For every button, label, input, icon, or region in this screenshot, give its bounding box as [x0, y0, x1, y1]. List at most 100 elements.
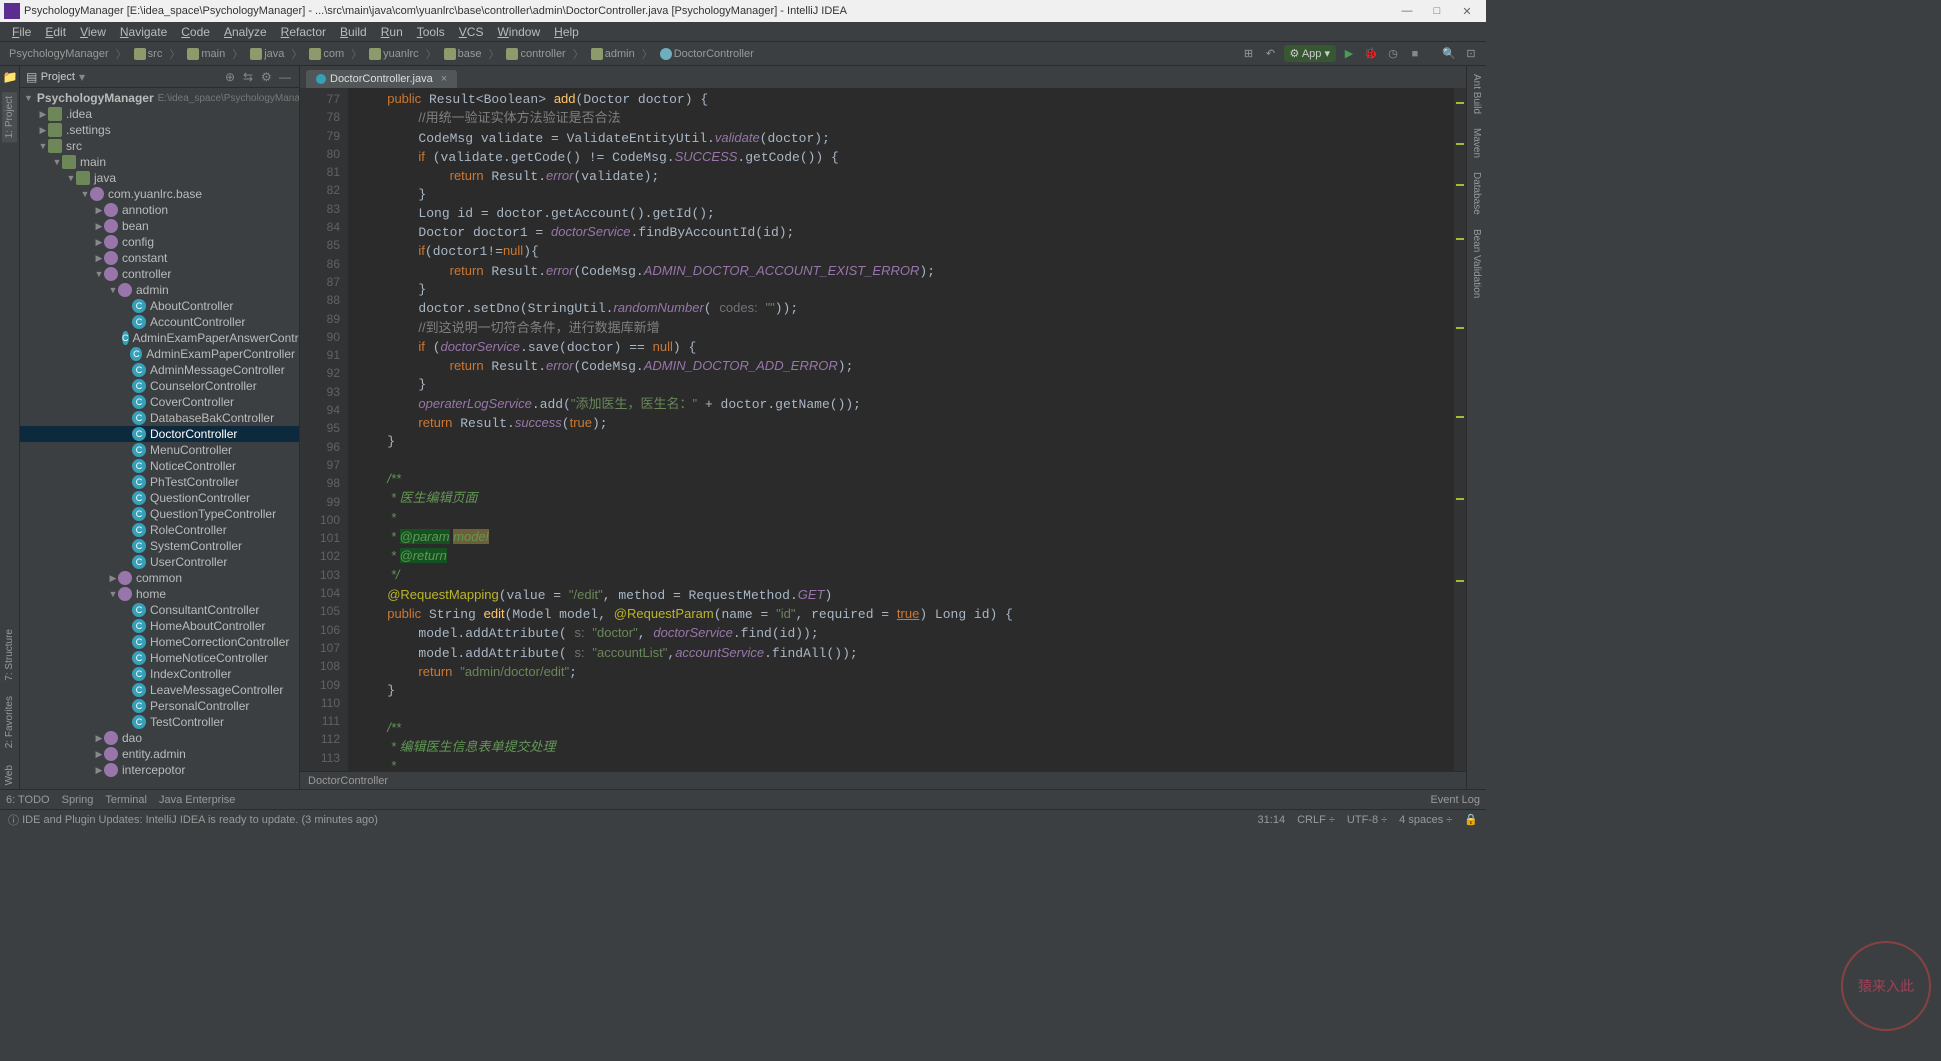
menu-code[interactable]: Code: [175, 24, 216, 40]
breadcrumb-seg[interactable]: PsychologyManager: [6, 48, 112, 60]
tree-node[interactable]: ▶.idea: [20, 106, 299, 122]
sidebar-view-icon[interactable]: ▤: [26, 70, 37, 84]
tree-node[interactable]: CPersonalController: [20, 698, 299, 714]
profile-icon[interactable]: ◷: [1384, 45, 1402, 63]
minimize-button[interactable]: —: [1392, 5, 1422, 17]
tree-node[interactable]: CCounselorController: [20, 378, 299, 394]
tree-node[interactable]: CAdminExamPaperController: [20, 346, 299, 362]
tab-web[interactable]: Web: [2, 761, 17, 789]
tree-node[interactable]: CTestController: [20, 714, 299, 730]
breadcrumb-seg[interactable]: base: [441, 48, 485, 60]
tab-project[interactable]: 1: Project: [2, 92, 17, 142]
tree-node[interactable]: CRoleController: [20, 522, 299, 538]
run-config[interactable]: ⚙ App ▾: [1284, 45, 1336, 62]
breadcrumb-seg[interactable]: DoctorController: [657, 48, 757, 60]
menu-tools[interactable]: Tools: [411, 24, 451, 40]
menu-analyze[interactable]: Analyze: [218, 24, 273, 40]
collapse-icon[interactable]: ⇆: [243, 70, 257, 84]
tree-node[interactable]: CAdminMessageController: [20, 362, 299, 378]
tree-node[interactable]: CDatabaseBakController: [20, 410, 299, 426]
breadcrumb-seg[interactable]: controller: [503, 48, 568, 60]
tool-todo[interactable]: 6: TODO: [6, 794, 50, 806]
layout-icon[interactable]: ⊞: [1240, 45, 1258, 63]
error-stripe[interactable]: [1454, 88, 1466, 771]
tree-node[interactable]: CQuestionController: [20, 490, 299, 506]
tab-ant[interactable]: Ant Build: [1469, 70, 1484, 118]
tree-node[interactable]: ▶.settings: [20, 122, 299, 138]
tree-node[interactable]: CAboutController: [20, 298, 299, 314]
editor-tab[interactable]: DoctorController.java ×: [306, 70, 457, 88]
debug-icon[interactable]: 🐞: [1362, 45, 1380, 63]
tree-node[interactable]: ▼com.yuanlrc.base: [20, 186, 299, 202]
tree-node[interactable]: CHomeAboutController: [20, 618, 299, 634]
tree-node[interactable]: ▼src: [20, 138, 299, 154]
close-tab-icon[interactable]: ×: [441, 73, 447, 85]
tool-spring[interactable]: Spring: [62, 794, 94, 806]
project-tree[interactable]: ▼ PsychologyManagerE:\idea_space\Psychol…: [20, 88, 299, 789]
indent[interactable]: 4 spaces ÷: [1399, 814, 1452, 826]
tree-node[interactable]: ▼home: [20, 586, 299, 602]
cursor-position[interactable]: 31:14: [1258, 814, 1286, 826]
tree-node[interactable]: ▶dao: [20, 730, 299, 746]
breadcrumb-seg[interactable]: com: [306, 48, 347, 60]
tab-maven[interactable]: Maven: [1469, 124, 1484, 162]
menu-navigate[interactable]: Navigate: [114, 24, 173, 40]
tree-node[interactable]: CCoverController: [20, 394, 299, 410]
tree-node[interactable]: ▼controller: [20, 266, 299, 282]
breadcrumb-bottom[interactable]: DoctorController: [300, 771, 1466, 789]
menu-build[interactable]: Build: [334, 24, 373, 40]
tree-node[interactable]: CAdminExamPaperAnswerController: [20, 330, 299, 346]
tree-node[interactable]: CUserController: [20, 554, 299, 570]
close-button[interactable]: ✕: [1452, 5, 1482, 18]
tree-node[interactable]: ▼main: [20, 154, 299, 170]
tree-node[interactable]: ▶common: [20, 570, 299, 586]
search-icon[interactable]: 🔍: [1440, 45, 1458, 63]
tree-node[interactable]: ▼admin: [20, 282, 299, 298]
line-gutter[interactable]: 7778798081828384858687888990919293949596…: [300, 88, 348, 771]
event-log[interactable]: Event Log: [1430, 794, 1480, 806]
breadcrumb-seg[interactable]: src: [131, 48, 166, 60]
tab-favorites[interactable]: 2: Favorites: [2, 692, 17, 752]
tab-bean[interactable]: Bean Validation: [1469, 225, 1484, 302]
tree-node[interactable]: CLeaveMessageController: [20, 682, 299, 698]
tab-structure[interactable]: 7: Structure: [2, 625, 17, 685]
hide-icon[interactable]: —: [279, 70, 293, 84]
run-icon[interactable]: ▶: [1340, 45, 1358, 63]
code-content[interactable]: public Result<Boolean> add(Doctor doctor…: [348, 88, 1454, 771]
tree-node[interactable]: CPhTestController: [20, 474, 299, 490]
tree-node[interactable]: CQuestionTypeController: [20, 506, 299, 522]
tree-node[interactable]: CHomeCorrectionController: [20, 634, 299, 650]
target-icon[interactable]: ⊕: [225, 70, 239, 84]
stop-icon[interactable]: ■: [1406, 45, 1424, 63]
menu-edit[interactable]: Edit: [39, 24, 72, 40]
project-icon[interactable]: 📁: [3, 70, 17, 84]
menu-view[interactable]: View: [74, 24, 112, 40]
breadcrumb-seg[interactable]: yuanlrc: [366, 48, 421, 60]
tool-javaee[interactable]: Java Enterprise: [159, 794, 235, 806]
settings-icon[interactable]: ⊡: [1462, 45, 1480, 63]
lock-icon[interactable]: 🔒: [1464, 813, 1478, 826]
tree-node[interactable]: ▶entity.admin: [20, 746, 299, 762]
line-separator[interactable]: CRLF ÷: [1297, 814, 1335, 826]
tab-database[interactable]: Database: [1469, 168, 1484, 219]
maximize-button[interactable]: □: [1422, 5, 1452, 17]
ide-notify-icon[interactable]: ⓘ: [8, 812, 19, 828]
tree-node[interactable]: CDoctorController: [20, 426, 299, 442]
breadcrumb-seg[interactable]: main: [184, 48, 228, 60]
tree-node[interactable]: ▶constant: [20, 250, 299, 266]
tree-node[interactable]: CSystemController: [20, 538, 299, 554]
menu-file[interactable]: File: [6, 24, 37, 40]
gear-icon[interactable]: ⚙: [261, 70, 275, 84]
tree-node[interactable]: CConsultantController: [20, 602, 299, 618]
breadcrumb-seg[interactable]: admin: [588, 48, 638, 60]
tool-terminal[interactable]: Terminal: [105, 794, 147, 806]
tree-node[interactable]: ▼java: [20, 170, 299, 186]
tree-node[interactable]: ▶bean: [20, 218, 299, 234]
tree-root[interactable]: ▼ PsychologyManagerE:\idea_space\Psychol…: [20, 90, 299, 106]
menu-help[interactable]: Help: [548, 24, 585, 40]
tree-node[interactable]: CAccountController: [20, 314, 299, 330]
tree-node[interactable]: CIndexController: [20, 666, 299, 682]
menu-window[interactable]: Window: [491, 24, 546, 40]
tree-node[interactable]: CMenuController: [20, 442, 299, 458]
menu-run[interactable]: Run: [375, 24, 409, 40]
